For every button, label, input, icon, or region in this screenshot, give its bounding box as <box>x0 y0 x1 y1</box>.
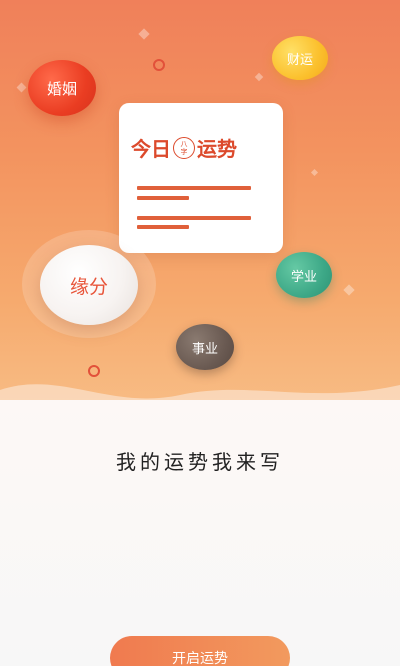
slogan-text: 我的运势我来写 <box>116 450 284 474</box>
card-text-line <box>137 225 189 229</box>
seal-bottom-char: 字 <box>180 147 188 156</box>
career-label: 事业 <box>191 341 218 357</box>
fate-bubble[interactable]: 缘分 <box>40 245 138 325</box>
card-title-right: 运势 <box>197 137 237 161</box>
start-fortune-button[interactable]: 开启运势 <box>110 636 290 666</box>
wealth-label: 财运 <box>286 52 313 68</box>
seal-top-char: 八 <box>180 139 188 148</box>
card-title: 今日 八 字 运势 <box>131 133 237 162</box>
ring-decoration <box>153 59 165 71</box>
marriage-bubble[interactable]: 婚姻 <box>28 60 96 116</box>
today-fortune-card[interactable]: 今日 八 字 运势 <box>119 103 283 253</box>
bazi-seal-icon: 八 字 <box>173 136 195 159</box>
fate-label: 缘分 <box>69 275 108 298</box>
card-text-line <box>137 186 251 190</box>
study-label: 学业 <box>290 269 317 285</box>
card-text-line <box>137 196 189 200</box>
card-title-left: 今日 <box>131 137 171 161</box>
card-text-line <box>137 216 251 220</box>
bottom-area <box>0 400 400 666</box>
marriage-label: 婚姻 <box>46 79 77 98</box>
career-bubble[interactable]: 事业 <box>176 324 234 370</box>
wealth-bubble[interactable]: 财运 <box>272 36 328 80</box>
app-screen: 今日 八 字 运势 婚姻 财运 缘分 学业 事业 我的运势我来写 开启运势 <box>0 0 400 666</box>
study-bubble[interactable]: 学业 <box>276 252 332 298</box>
